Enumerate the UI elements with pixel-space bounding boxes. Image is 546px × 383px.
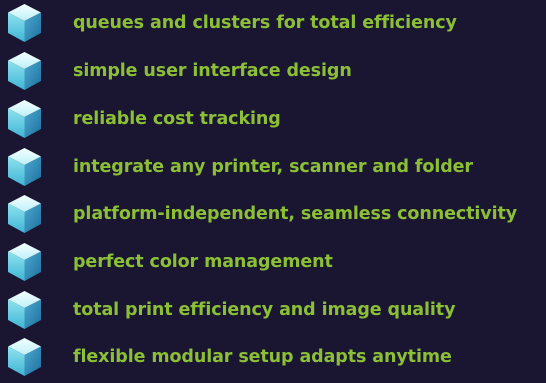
feature-label: simple user interface design: [73, 61, 352, 81]
cube-icon: [8, 338, 41, 376]
feature-label: queues and clusters for total efficiency: [73, 13, 457, 33]
cube-icon: [8, 4, 41, 42]
list-item: flexible modular setup adapts anytime: [0, 336, 546, 383]
feature-label: flexible modular setup adapts anytime: [73, 347, 452, 367]
cube-icon: [8, 243, 41, 281]
feature-label: perfect color management: [73, 252, 333, 272]
list-item: perfect color management: [0, 241, 546, 288]
cube-icon: [8, 52, 41, 90]
list-item: reliable cost tracking: [0, 98, 546, 145]
list-item: total print efficiency and image quality: [0, 289, 546, 336]
feature-label: reliable cost tracking: [73, 109, 281, 129]
cube-icon: [8, 291, 41, 329]
cube-icon: [8, 100, 41, 138]
feature-label: total print efficiency and image quality: [73, 300, 456, 320]
list-item: simple user interface design: [0, 50, 546, 97]
list-item: queues and clusters for total efficiency: [0, 2, 546, 49]
feature-label: integrate any printer, scanner and folde…: [73, 157, 473, 177]
feature-label: platform-independent, seamless connectiv…: [73, 204, 518, 224]
list-item: platform-independent, seamless connectiv…: [0, 193, 546, 240]
cube-icon: [8, 148, 41, 186]
feature-list: queues and clusters for total efficiency…: [0, 0, 546, 381]
cube-icon: [8, 195, 41, 233]
list-item: integrate any printer, scanner and folde…: [0, 146, 546, 193]
